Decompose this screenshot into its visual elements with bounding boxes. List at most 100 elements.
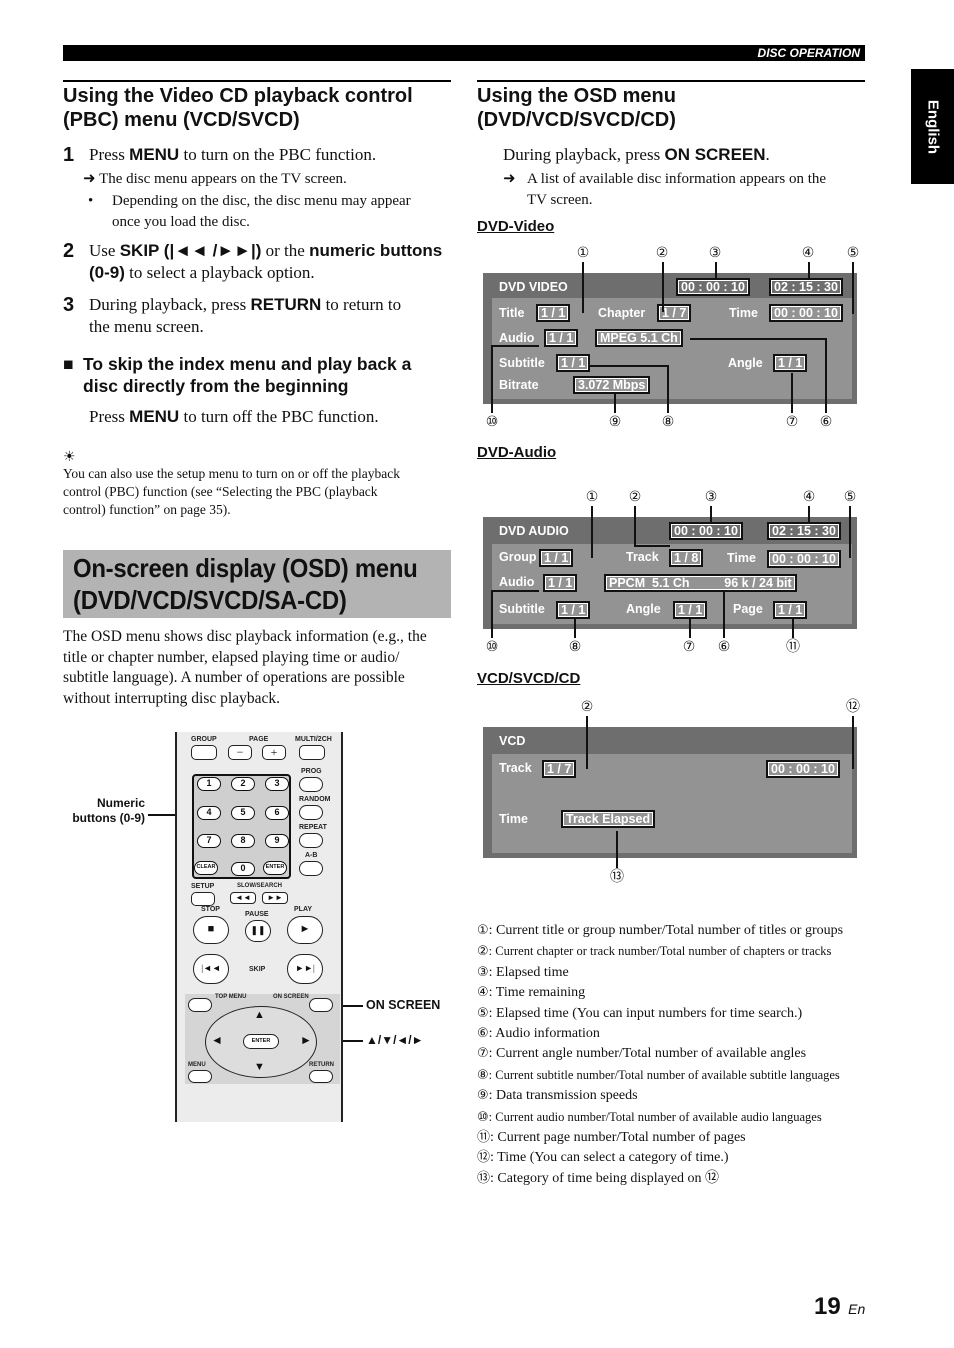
legend-item: ⑦: Current angle number/Total number of … [477,1044,843,1064]
step-number: 2 [63,240,75,262]
osd-section-title: On-screen display (OSD) menu (DVD/VCD/SV… [63,550,451,618]
audio-label: Audio [499,575,535,589]
top-menu-button[interactable] [188,998,212,1012]
text: subtitle language). A number of operatio… [63,669,405,686]
menu-button[interactable] [188,1070,212,1083]
page-language: En [848,1301,866,1317]
pbc-heading: Using the Video CD playback control (PBC… [63,84,413,132]
play-button[interactable]: ► [287,916,323,944]
callout-3: ③ [708,245,722,261]
legend-item: ②: Current chapter or track number/Total… [477,941,843,962]
angle-value: 1 / 1 [773,354,808,372]
leader-line [825,338,827,413]
label: SLOW/SEARCH [237,883,282,889]
step-2: 2 Use SKIP (|◄◄ /►►|) or the numeric but… [63,240,458,284]
osd-description: The OSD menu shows disc playback informa… [63,627,427,709]
up-arrow-button[interactable]: ▲ [254,1009,265,1021]
text: or the [261,241,310,260]
label: ON SCREEN [273,994,309,1000]
label: GROUP [191,736,217,743]
callout-11: ⑪ [786,639,800,655]
button-ref: (0-9) [89,263,125,282]
callout-12: ⑫ [846,699,860,715]
page-minus-button[interactable]: − [228,745,252,760]
bitrate-label: Bitrate [499,378,539,392]
a-b-button[interactable] [299,861,323,876]
return-button[interactable] [309,1070,333,1083]
time-value[interactable]: 00 : 00 : 10 [766,760,840,778]
button-ref: numeric buttons [309,241,443,260]
key-1[interactable]: 1 [197,777,221,791]
label: RETURN [309,1062,334,1068]
page-label: Page [733,602,763,616]
label: STOP [201,906,220,913]
slow-search-reverse-button[interactable]: ◄◄ [230,892,256,904]
slow-search-forward-button[interactable]: ►► [262,892,288,904]
audio-value: 1 / 1 [543,574,578,592]
multi-2ch-button[interactable] [299,745,325,760]
time-value[interactable]: 00 : 00 : 10 [767,550,841,568]
elapsed-time-field: 00 : 00 : 10 [669,522,743,540]
callout-9: ⑨ [608,414,622,430]
callout-mark: ① [477,923,489,938]
label: MULTI/2CH [295,736,332,743]
dvd-audio-osd-screen: DVD AUDIO 00 : 00 : 10 02 : 15 : 30 Grou… [483,517,857,629]
skip-forward-button[interactable]: ►►| [287,954,323,984]
text: title or chapter number, elapsed playing… [63,648,400,666]
skip-back-button[interactable]: |◄◄ [193,954,229,984]
leader-line [614,394,616,413]
stop-button[interactable]: ■ [193,916,229,944]
key-0[interactable]: 0 [231,862,255,876]
key-8[interactable]: 8 [231,834,255,848]
down-arrow-button[interactable]: ▼ [254,1061,265,1073]
key-9[interactable]: 9 [265,834,289,848]
callout-1: ① [585,489,599,505]
left-arrow-button[interactable]: ◄ [211,1033,223,1048]
prog-button[interactable] [299,777,323,792]
random-button[interactable] [299,805,323,820]
step-1-bullet: • Depending on the disc, the disc menu m… [88,191,458,233]
key-6[interactable]: 6 [265,806,289,820]
leader-line [662,262,664,312]
legend-item: ⑩: Current audio number/Total number of … [477,1107,843,1128]
remote-control-illustration: GROUP PAGE MULTI/2CH − + PROG RANDOM REP… [175,732,343,1122]
text: : Data transmission speeds [488,1088,638,1104]
label: MENU [188,1062,206,1068]
repeat-button[interactable] [299,833,323,848]
button-ref: RETURN [250,295,322,314]
on-screen-button[interactable] [309,998,333,1012]
audio-info: MPEG 5.1 Ch [595,329,683,347]
enter-button[interactable]: ENTER [243,1034,279,1049]
right-arrow-button[interactable]: ► [300,1033,312,1048]
time-value[interactable]: 00 : 00 : 10 [769,304,843,322]
text: : Current subtitle number/Total number o… [488,1067,840,1082]
callout-mark: ④ [477,985,489,1001]
text: control) function” on page 35). [63,502,231,517]
clear-button[interactable]: CLEAR [194,861,218,875]
key-4[interactable]: 4 [197,806,221,820]
audio-info: PPCM 5.1 Ch 96 k / 24 bit [604,574,797,592]
callout-mark: ⑨ [477,1088,489,1104]
text: Press [89,407,130,426]
leader-line [634,506,636,546]
callout-mark: ⑧ [477,1067,489,1083]
key-7[interactable]: 7 [197,834,221,848]
callout-5: ⑤ [843,489,857,505]
bitrate-value: 3.072 Mbps [573,376,651,394]
leader-line [574,618,576,638]
group-button[interactable] [191,745,217,760]
pause-button[interactable]: ❚❚ [245,920,271,942]
key-3[interactable]: 3 [265,777,289,791]
osd-instruction: During playback, press ON SCREEN. [503,144,770,166]
key-2[interactable]: 2 [231,777,255,791]
text: without interrupting disc playback. [63,689,280,707]
legend-item: ⑪: Current page number/Total number of p… [477,1128,843,1148]
arrow-icon: ➜ [503,171,516,187]
page-plus-button[interactable]: + [262,745,286,760]
enter-key-button[interactable]: ENTER [263,861,287,875]
leader-line [491,345,539,347]
setup-button[interactable] [191,892,215,906]
callout-8: ⑧ [661,414,675,430]
key-5[interactable]: 5 [231,806,255,820]
time-label: Time [729,306,758,320]
